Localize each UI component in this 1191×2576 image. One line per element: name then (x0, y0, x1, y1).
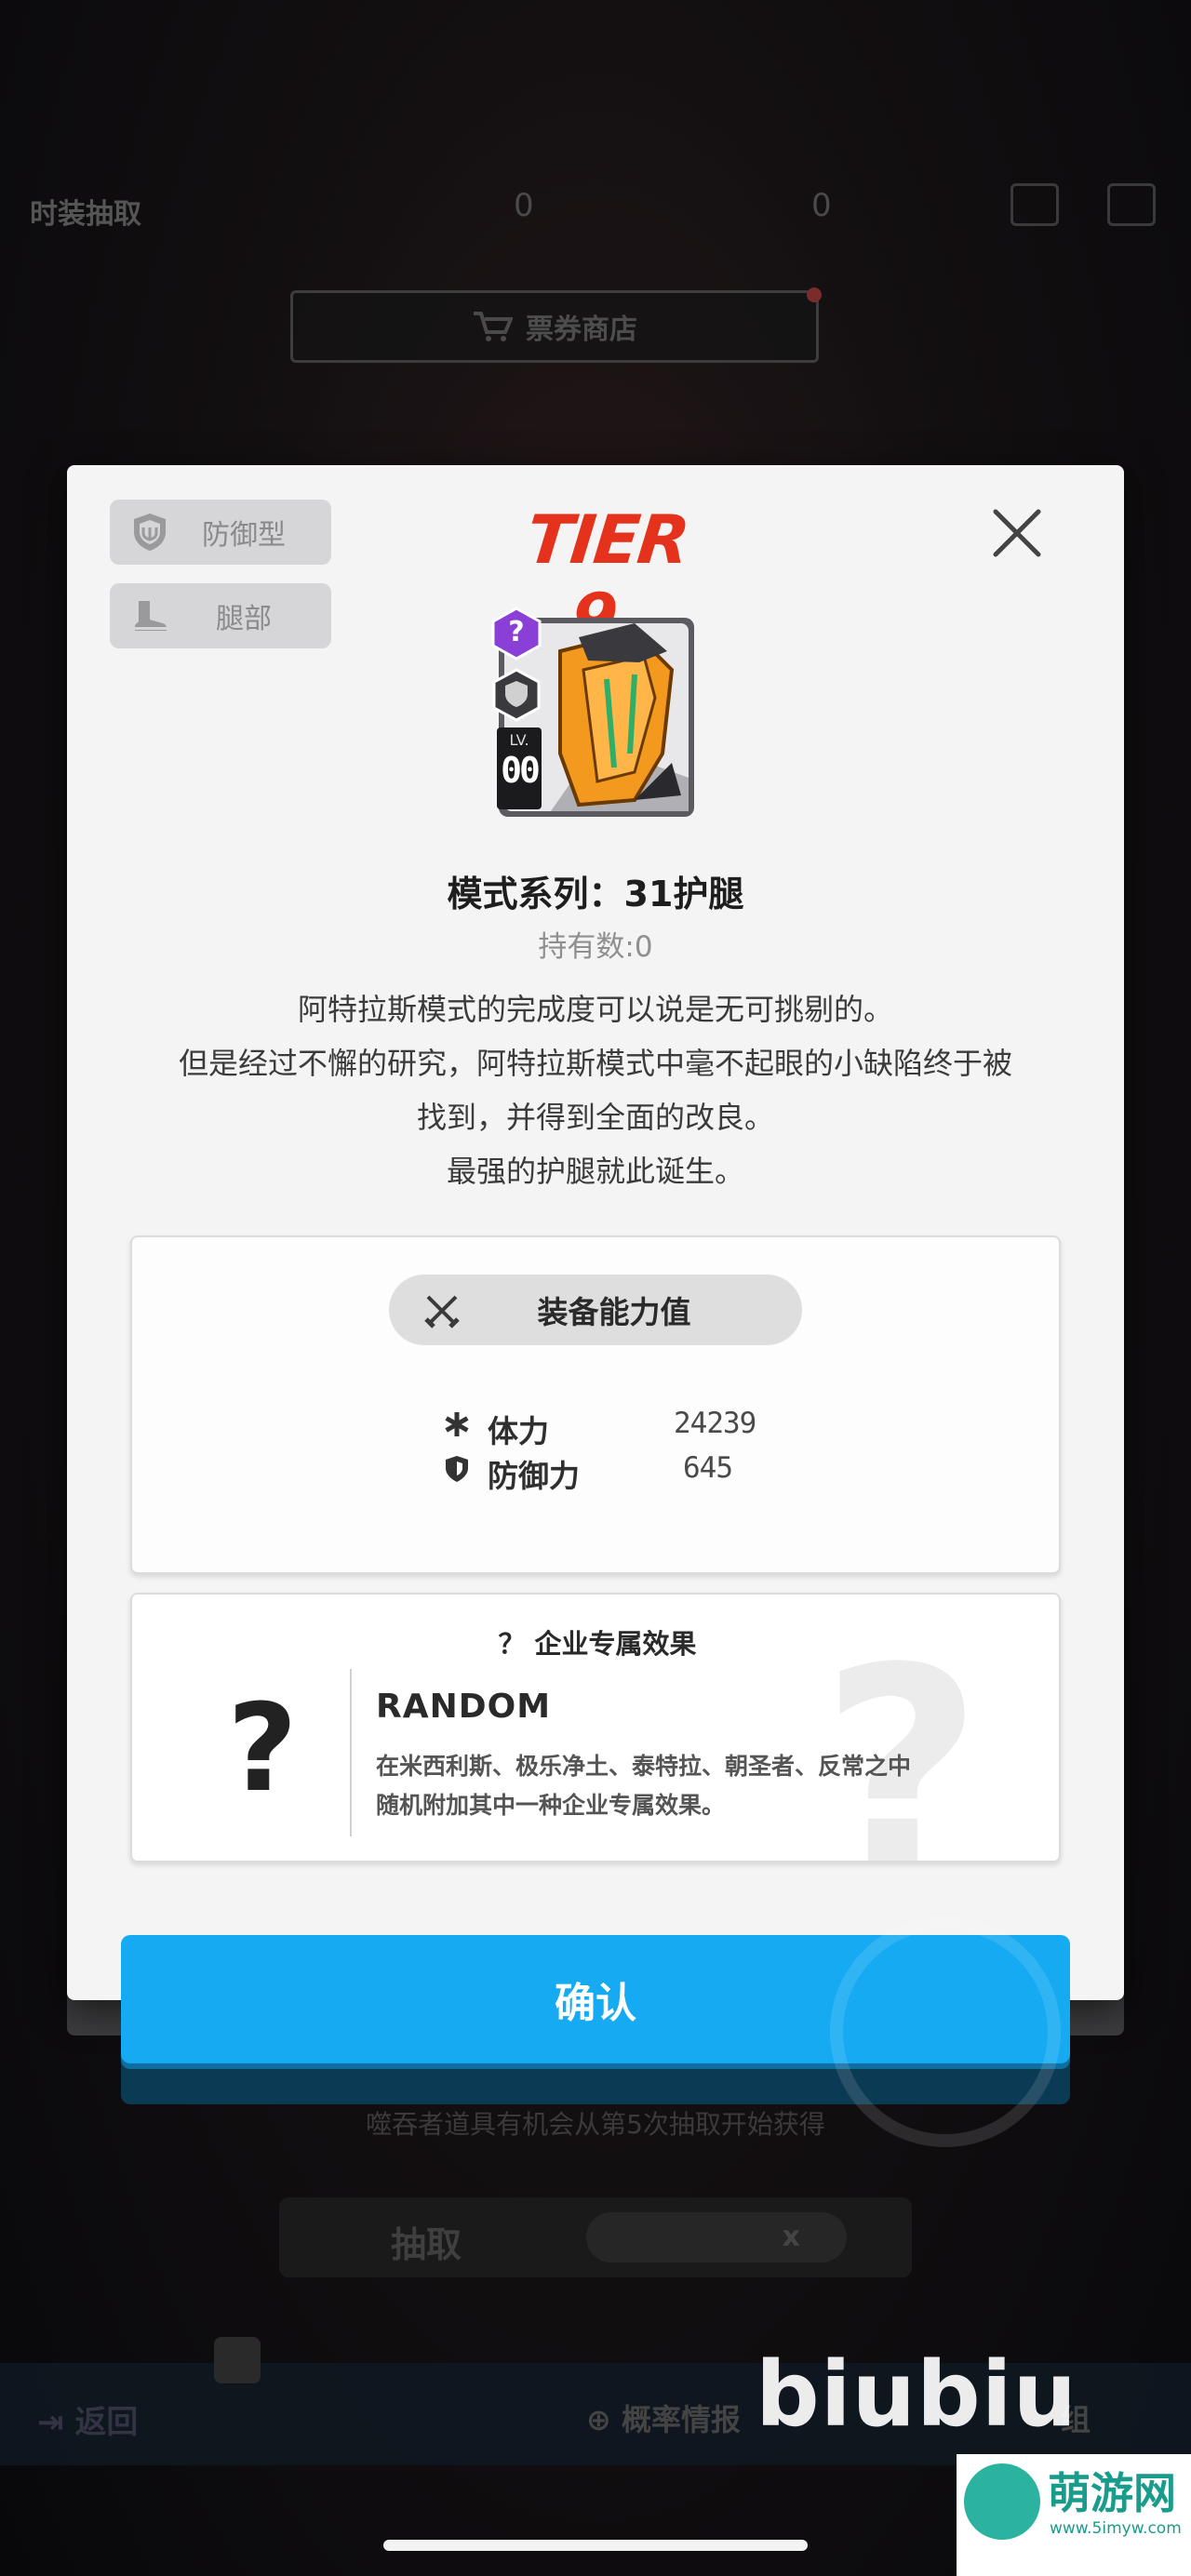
badge-icon (214, 2337, 261, 2383)
site-name: 萌游网 (1048, 2468, 1176, 2518)
stat-value: 645 (683, 1451, 733, 1485)
divider (350, 1669, 352, 1836)
effect-text-line: 随机附加其中一种企业专属效果。 (376, 1792, 726, 1819)
menu-icon (1107, 183, 1156, 226)
rarity-mark: ? (508, 616, 525, 648)
biubiu-watermark: biubiu (756, 2342, 1077, 2447)
owned-count: 持有数:0 (538, 930, 653, 964)
home-indicator[interactable] (383, 2540, 808, 2551)
back-icon: ⇥ (37, 2404, 64, 2441)
stats-panel: 装备能力值 体力 24239 防御力 645 (130, 1235, 1061, 1574)
close-icon (993, 509, 1041, 557)
background-top-bar: 时装抽取 0 0 (0, 163, 1191, 247)
item-description: 阿特拉斯模式的完成度可以说是无可挑剔的。 但是经过不懈的研究，阿特拉斯模式中毫不… (123, 982, 1068, 1198)
ticket-shop-label: 票券商店 (526, 314, 637, 346)
slot-tag: 腿部 (110, 583, 331, 648)
site-url: www.5imyw.com (1050, 2519, 1182, 2538)
confirm-label: 确认 (555, 1980, 636, 2027)
crossed-swords-icon (424, 1295, 460, 1328)
description-line: 找到，并得到全面的改良。 (416, 1100, 774, 1135)
effect-description: 在米西利斯、极乐净土、泰特拉、朝圣者、反常之中 随机附加其中一种企业专属效果。 (376, 1747, 1027, 1825)
level-value: 00 (501, 750, 541, 791)
decorative-ring-icon (830, 1916, 1061, 2147)
notification-dot (807, 287, 822, 302)
rarity-hex: ? (489, 607, 543, 661)
draw-label: 抽取 (391, 2224, 462, 2265)
background-title: 时装抽取 (30, 198, 141, 231)
boot-icon (127, 593, 173, 639)
site-logo: 萌游网 www.5imyw.com (957, 2454, 1191, 2576)
description-line: 但是经过不懈的研究，阿特拉斯模式中毫不起眼的小缺陷终于被 (178, 1046, 1012, 1081)
defense-shield-icon (127, 509, 173, 555)
stats-header: 装备能力值 (389, 1275, 802, 1345)
background-resource-2: 0 (811, 187, 832, 224)
stat-value: 24239 (674, 1407, 756, 1440)
corporate-effect-panel: ? ？ 企业专属效果 ? RANDOM 在米西利斯、极乐净土、泰特拉、朝圣者、反… (130, 1593, 1061, 1862)
level-badge: LV. 00 (497, 727, 542, 809)
item-card: ? LV. 00 (491, 607, 698, 821)
type-tag-label: 防御型 (202, 519, 286, 552)
back-button: ⇥ 返回 (37, 2396, 138, 2442)
asterisk-icon (441, 1408, 473, 1440)
question-mark-icon: ? (227, 1677, 298, 1819)
effect-title: ？ 企业专属效果 (498, 1628, 697, 1660)
stat-label: 防御力 (488, 1458, 580, 1494)
item-title: 模式系列：31护腿 (447, 874, 744, 914)
mail-icon (1010, 183, 1059, 226)
effect-name: RANDOM (376, 1688, 552, 1726)
description-line: 阿特拉斯模式的完成度可以说是无可挑剔的。 (297, 992, 893, 1027)
confirm-button[interactable]: 确认 (121, 1916, 1070, 2147)
slot-tag-label: 腿部 (216, 603, 272, 635)
ticket-shop-button: 票券商店 (290, 287, 822, 363)
description-line: 最强的护腿就此诞生。 (446, 1154, 744, 1189)
level-label: LV. (509, 731, 529, 749)
probability-info-button: ⊕ 概率情报 (586, 2396, 741, 2439)
shield-icon (441, 1453, 473, 1485)
stat-row-hp: 体力 24239 (441, 1405, 776, 1449)
class-badge (491, 668, 542, 722)
background-resource-1: 0 (514, 187, 534, 224)
stat-row-defense: 防御力 645 (441, 1449, 776, 1494)
probability-label: 概率情报 (621, 2402, 741, 2437)
draw-cost: x (586, 2212, 847, 2262)
back-label: 返回 (74, 2404, 139, 2441)
draw-button: 抽取 x (279, 2197, 912, 2277)
info-icon: ⊕ (586, 2402, 611, 2437)
defense-class-icon (492, 668, 541, 722)
cart-icon (474, 312, 513, 341)
mascot-icon (964, 2463, 1040, 2540)
close-button[interactable] (984, 501, 1050, 566)
stat-label: 体力 (488, 1413, 549, 1449)
equipment-detail-dialog: 防御型 腿部 TIER 9 (67, 465, 1124, 2000)
effect-text-line: 在米西利斯、极乐净土、泰特拉、朝圣者、反常之中 (376, 1753, 912, 1780)
type-tag: 防御型 (110, 500, 331, 565)
